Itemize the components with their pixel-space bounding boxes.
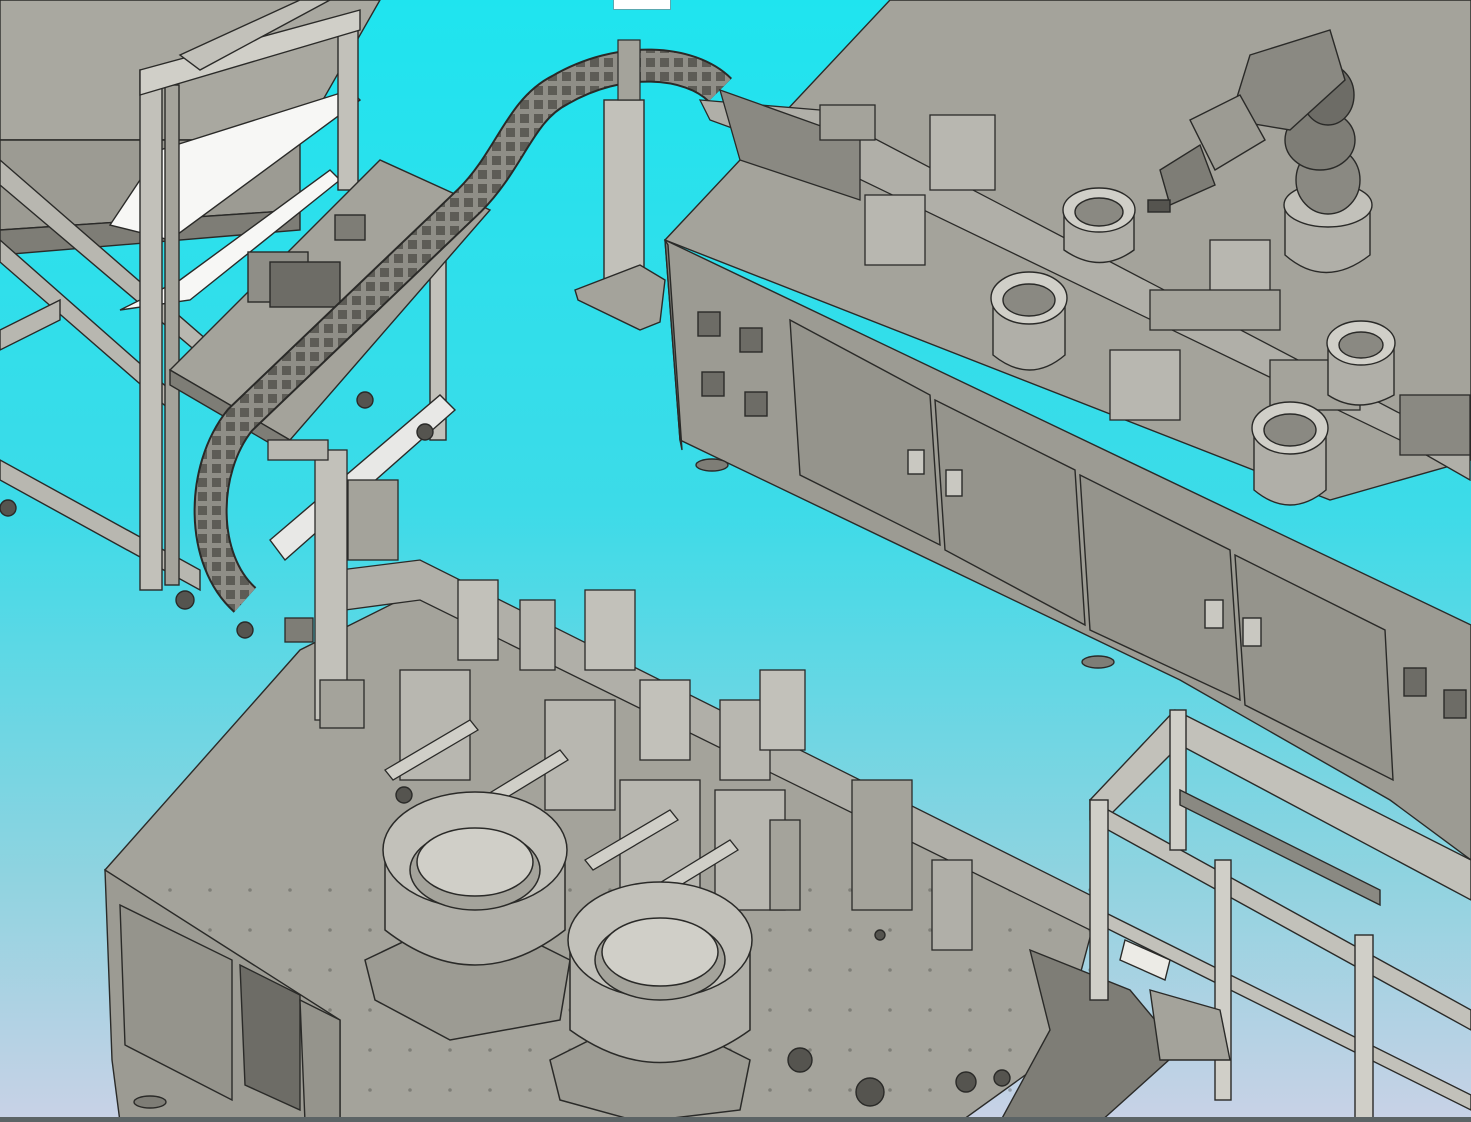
cad-3d-viewport[interactable] bbox=[0, 0, 1471, 1122]
left-frame-structure bbox=[0, 0, 492, 639]
assembly-model bbox=[0, 0, 1471, 1122]
viewport-bottom-border bbox=[0, 1117, 1471, 1122]
